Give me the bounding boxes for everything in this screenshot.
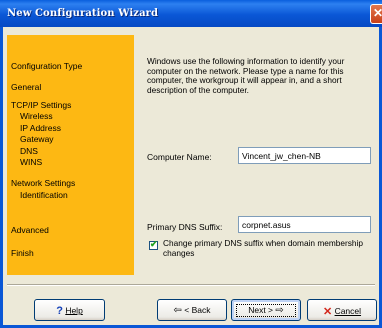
back-button[interactable]: ⇦ < Back xyxy=(157,299,227,321)
change-dns-checkbox[interactable]: ✔ xyxy=(149,239,158,250)
title-bar[interactable]: New Configuration Wizard ✕ xyxy=(0,0,382,27)
computer-name-input[interactable]: Vincent_jw_chen-NB xyxy=(238,147,371,164)
next-arrow-icon: ⇨ xyxy=(275,305,284,317)
nav-item-wireless: Wireless xyxy=(20,111,53,121)
nav-item-finish: Finish xyxy=(11,248,34,258)
close-icon: ✕ xyxy=(373,6,382,20)
nav-item-gateway: Gateway xyxy=(20,134,54,144)
checkmark-icon: ✔ xyxy=(150,239,158,249)
nav-item-network-settings: Network Settings xyxy=(11,178,76,188)
change-dns-label[interactable]: Change primary DNS suffix when domain me… xyxy=(163,238,373,258)
dns-suffix-label: Primary DNS Suffix: xyxy=(147,222,223,232)
window-title: New Configuration Wizard xyxy=(7,8,159,19)
nav-item-general: General xyxy=(11,82,42,92)
nav-item-identification: Identification xyxy=(20,190,68,200)
next-button[interactable]: Next > ⇨ xyxy=(231,299,301,321)
nav-item-advanced: Advanced xyxy=(11,225,49,235)
nav-item-dns: DNS xyxy=(20,146,38,156)
help-icon: ? xyxy=(56,305,63,317)
computer-name-label: Computer Name: xyxy=(147,152,212,162)
nav-item-ip-address: IP Address xyxy=(20,123,61,133)
back-arrow-icon: ⇦ xyxy=(173,305,182,317)
dns-suffix-input[interactable]: corpnet.asus xyxy=(238,216,371,233)
button-separator xyxy=(7,284,375,286)
intro-text: Windows use the following information to… xyxy=(147,56,345,95)
nav-item-configuration-type: Configuration Type xyxy=(11,61,83,71)
cancel-button[interactable]: ✕ Cancel xyxy=(307,299,377,321)
nav-item-wins: WINS xyxy=(20,157,43,167)
nav-item-tcpip-settings: TCP/IP Settings xyxy=(11,100,72,110)
cancel-x-icon: ✕ xyxy=(322,306,333,318)
close-button[interactable]: ✕ xyxy=(370,4,382,24)
help-button[interactable]: ? Help xyxy=(34,299,105,321)
